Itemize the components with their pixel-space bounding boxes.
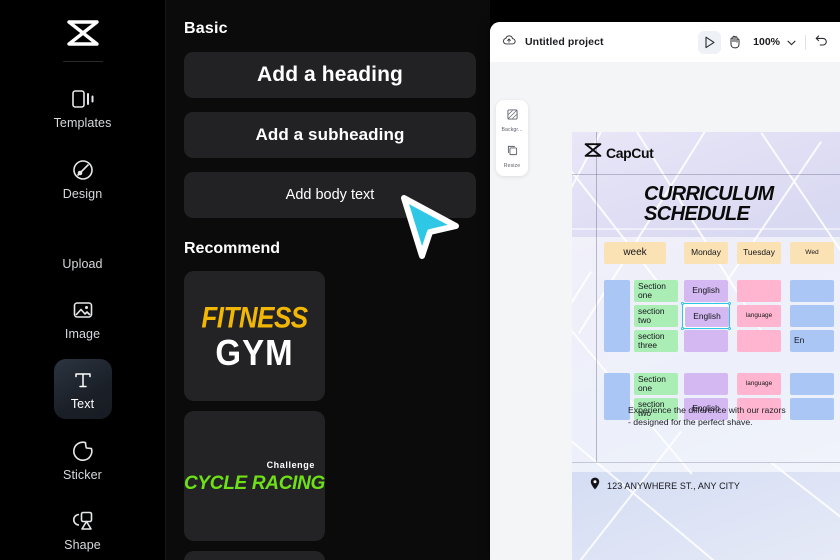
table-cell-g1r3-wed[interactable]: En [790,330,834,352]
sidebar-item-design[interactable]: Design [54,148,112,208]
table-cell-g2r1-wed[interactable] [790,373,834,395]
add-subheading-button[interactable]: Add a subheading [184,112,476,158]
table-header-monday[interactable]: Monday [684,242,728,264]
left-sidebar: Templates Design Upload Image Text Stick… [0,0,166,560]
canvas-brand-name: CapCut [606,144,654,161]
cursor-select-icon[interactable] [698,30,722,54]
sidebar-item-shape[interactable]: Shape [54,500,112,560]
cloud-save-icon[interactable] [502,33,516,51]
text-t-icon [70,367,96,393]
editor-toolbar: Untitled project 100% [490,22,840,62]
template-thumb-costume-party[interactable]: COSTUME PARTY [184,551,325,560]
canvas-blurb-text[interactable]: Experience the difference with our razor… [628,404,788,428]
table-cell-g1r3-monday[interactable] [684,330,728,352]
sidebar-label-templates: Templates [53,116,112,131]
background-tool-button[interactable]: Backgr... [496,107,528,133]
table-cell-g2r2-wed[interactable] [790,398,834,420]
project-name[interactable]: Untitled project [525,36,604,48]
resize-tool-label: Resize [503,163,521,169]
table-cell-g1r3-tuesday[interactable] [737,330,781,352]
editor-tools: 100% [698,30,828,54]
template-thumb-fitness-gym[interactable]: FITNESS GYM [184,271,325,401]
sidebar-item-image[interactable]: Image [54,289,112,349]
table-header-week[interactable]: week [604,242,666,264]
hand-pan-icon[interactable] [723,31,746,54]
table-cell-g2r1-tuesday[interactable]: language [737,373,781,395]
panel-title-basic: Basic [184,20,228,37]
table-cell-g1r1-tuesday[interactable] [737,280,781,302]
text-panel: Basic Add a heading Add a subheading Add… [166,0,490,560]
resize-tool-button[interactable]: Resize [496,143,528,169]
template-thumb-cycle-racing[interactable]: Challenge CYCLE RACING [184,411,325,541]
table-header-wed[interactable]: Wed [790,242,834,264]
sidebar-label-upload: Upload [62,256,103,271]
table-cell-g1r2-wed[interactable] [790,305,834,327]
sidebar-label-design: Design [62,186,103,201]
table-cell-g2r1-monday[interactable] [684,373,728,395]
confetti-decoration-icon [184,551,325,560]
background-tool-label: Backgr... [501,127,523,133]
canvas-title-line2: SCHEDULE [644,203,750,226]
table-cell-g1r1-monday[interactable]: English [684,280,728,302]
table-group1-section-1[interactable]: Section one [634,280,678,302]
capcut-logo-icon [584,143,602,162]
sidebar-item-text[interactable]: Text [53,359,112,420]
screen: Templates Design Upload Image Text Stick… [0,0,840,560]
capcut-logo-icon[interactable] [57,14,109,53]
table-header-tuesday[interactable]: Tuesday [737,242,781,264]
sidebar-item-templates[interactable]: Templates [54,78,112,138]
sidebar-divider [62,60,103,62]
table-group2-week-block[interactable] [604,373,630,420]
sidebar-label-image: Image [64,327,101,342]
zoom-level-label[interactable]: 100% [753,36,780,48]
sidebar-label-shape: Shape [64,538,101,553]
canvas-brand-logo: CapCut [584,143,654,162]
canvas-frame-vertical-line [596,132,597,462]
design-brush-icon [70,157,96,183]
selection-handle-tl[interactable] [680,301,685,306]
sidebar-label-sticker: Sticker [63,467,102,482]
undo-arrow-icon[interactable] [815,33,828,51]
thumb-line1: FITNESS [201,299,308,334]
image-icon [70,297,96,323]
toolbar-divider [805,34,806,50]
sidebar-label-text: Text [70,397,95,412]
add-body-text-button[interactable]: Add body text [184,172,476,218]
editor-window: Untitled project 100% Backgr... Resize C… [490,22,840,560]
table-group1-section-3[interactable]: section three [634,330,678,352]
design-canvas[interactable]: CapCut CURRICULUM SCHEDULE week Monday T… [572,132,840,560]
selected-text-cell[interactable]: English [680,301,732,331]
table-group2-section-1[interactable]: Section one [634,373,678,395]
canvas-side-tools: Backgr... Resize [496,100,528,176]
table-cell-g1r1-wed[interactable] [790,280,834,302]
templates-icon [70,86,96,112]
resize-icon [507,143,518,161]
canvas-address-text: 123 ANYWHERE ST., ANY CITY [607,481,740,491]
canvas-title: CURRICULUM SCHEDULE [644,184,774,225]
shape-icon [70,508,96,534]
canvas-frame-horizontal-line [572,174,840,175]
add-heading-button[interactable]: Add a heading [184,52,476,98]
sticker-icon [70,438,96,464]
selected-cell-fill: English [685,307,729,327]
thumb-line2: CYCLE RACING [184,472,325,494]
location-pin-icon [590,477,600,495]
sidebar-item-sticker[interactable]: Sticker [54,429,112,489]
thumb-line1: Challenge [266,459,315,470]
canvas-address-row[interactable]: 123 ANYWHERE ST., ANY CITY [590,477,740,495]
canvas-content-panel [572,237,840,472]
canvas-title-line1: CURRICULUM [644,183,774,205]
table-cell-g1r2-tuesday[interactable]: language [737,305,781,327]
thumb-line2: GYM [215,331,294,373]
recommend-grid: FITNESS GYM Challenge CYCLE RACING [184,271,472,560]
table-group1-section-2[interactable]: section two [634,305,678,327]
canvas-bottom-rule [572,462,840,463]
table-group1-week-block[interactable] [604,280,630,352]
panel-title-recommend: Recommend [184,240,281,257]
editor-canvas-area: Backgr... Resize CapCut CURRICULUM SCHED… [490,62,840,560]
sidebar-item-upload[interactable]: Upload [54,218,112,278]
background-icon [506,107,518,125]
chevron-down-icon[interactable] [787,33,796,51]
